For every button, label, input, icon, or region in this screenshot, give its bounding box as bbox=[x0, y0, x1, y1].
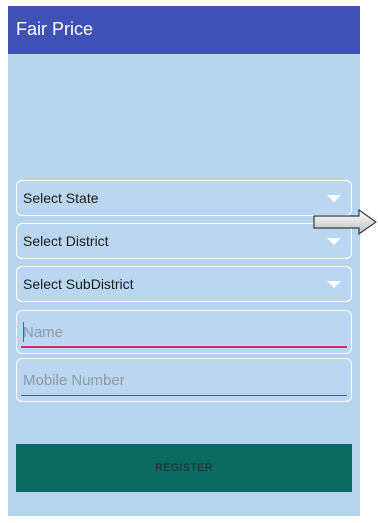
dropdown-arrow-icon bbox=[327, 238, 341, 245]
select-subdistrict-label: Select SubDistrict bbox=[23, 276, 134, 292]
mobile-underline bbox=[21, 395, 347, 396]
dropdown-arrow-icon bbox=[327, 281, 341, 288]
right-arrow-icon bbox=[313, 209, 377, 235]
name-input[interactable] bbox=[21, 319, 323, 345]
select-subdistrict[interactable]: Select SubDistrict bbox=[16, 266, 352, 302]
select-district[interactable]: Select District bbox=[16, 223, 352, 259]
mobile-number-input[interactable] bbox=[21, 367, 323, 393]
app-screen: Fair Price Select State Select District … bbox=[8, 6, 360, 516]
name-field[interactable] bbox=[16, 310, 352, 354]
app-bar: Fair Price bbox=[8, 6, 360, 54]
mobile-field[interactable] bbox=[16, 358, 352, 402]
select-state-label: Select State bbox=[23, 190, 99, 206]
app-title: Fair Price bbox=[16, 19, 94, 39]
register-button[interactable]: REGISTER bbox=[16, 444, 352, 492]
select-state[interactable]: Select State bbox=[16, 180, 352, 216]
select-district-label: Select District bbox=[23, 233, 109, 249]
name-underline bbox=[21, 346, 347, 348]
dropdown-arrow-icon bbox=[327, 195, 341, 202]
